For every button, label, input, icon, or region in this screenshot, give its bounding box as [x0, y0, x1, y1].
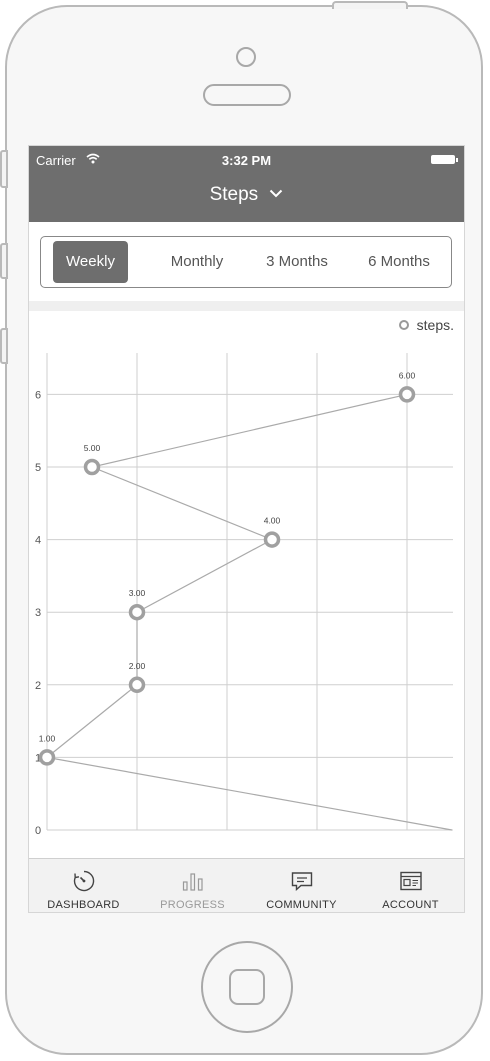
data-point-marker [128, 603, 146, 621]
data-point-label: 6.00 [399, 370, 416, 380]
tab-progress-label: PROGRESS [160, 899, 225, 911]
data-point-marker [263, 531, 281, 548]
data-point-label: 1.00 [39, 733, 56, 743]
range-segmented-control: Weekly Monthly 3 Months 6 Months [40, 236, 452, 288]
legend-marker-icon [398, 320, 409, 330]
data-point-marker [128, 676, 146, 694]
status-time: 3:32 PM [221, 153, 272, 168]
volume-up-button [0, 243, 8, 279]
tab-monthly[interactable]: Monthly [153, 241, 241, 283]
nav-header: Carrier 3:32 PM Steps [29, 146, 464, 222]
data-point-label: 4.00 [264, 516, 281, 526]
title-dropdown[interactable]: Steps [29, 184, 464, 206]
tab-community-label: COMMUNITY [266, 899, 337, 911]
mute-switch [0, 150, 8, 188]
page-title: Steps [209, 184, 259, 205]
data-point-label: 5.00 [84, 443, 101, 453]
front-camera [236, 47, 256, 67]
data-point-marker [83, 458, 101, 476]
home-button-square [229, 969, 265, 1005]
tab-progress[interactable]: PROGRESS [138, 859, 247, 912]
tab-6-months[interactable]: 6 Months [353, 241, 445, 283]
y-tick-label: 0 [35, 825, 41, 837]
legend-label: steps. [416, 317, 454, 333]
tab-weekly[interactable]: Weekly [53, 241, 128, 283]
chevron-down-icon [269, 182, 283, 204]
home-button[interactable] [201, 941, 293, 1033]
data-point-marker [398, 386, 416, 403]
bottom-tab-bar: DASHBOARD PROGRESS COMMUNITY ACCOUNT [29, 858, 464, 912]
y-tick-label: 2 [35, 680, 41, 692]
steps-chart: steps. 0 1 2 3 4 5 6 1.00 2.00 3.00 4.00 5.00 6.00 [29, 311, 464, 858]
earpiece-speaker [203, 84, 291, 106]
tab-3-months[interactable]: 3 Months [251, 241, 343, 283]
app-screen: Carrier 3:32 PM Steps Weekly Monthly 3 M… [28, 145, 465, 913]
power-button [332, 1, 408, 9]
tab-dashboard[interactable]: DASHBOARD [29, 859, 138, 912]
section-divider [29, 301, 464, 311]
dashboard-icon [73, 870, 94, 892]
data-point-label: 2.00 [129, 661, 146, 671]
chat-bubble-icon [291, 872, 312, 892]
status-bar: Carrier 3:32 PM [29, 146, 464, 172]
series-line-segment [46, 756, 453, 831]
y-tick-label: 6 [35, 389, 41, 401]
data-point-label: 3.00 [129, 588, 146, 598]
data-point-marker [38, 749, 56, 766]
progress-bars-icon [182, 873, 203, 891]
tab-dashboard-label: DASHBOARD [47, 899, 120, 911]
tab-community[interactable]: COMMUNITY [247, 859, 356, 912]
volume-down-button [0, 328, 8, 364]
y-tick-label: 5 [35, 462, 41, 474]
battery-icon [431, 155, 458, 164]
account-card-icon [399, 871, 422, 891]
tab-account-label: ACCOUNT [382, 899, 439, 911]
chart-legend: steps. [398, 317, 454, 333]
y-tick-label: 4 [35, 535, 41, 547]
chart-plot: 01234561.002.003.004.005.006.00 [35, 353, 453, 837]
tab-account[interactable]: ACCOUNT [356, 859, 464, 912]
y-tick-label: 3 [35, 607, 41, 619]
